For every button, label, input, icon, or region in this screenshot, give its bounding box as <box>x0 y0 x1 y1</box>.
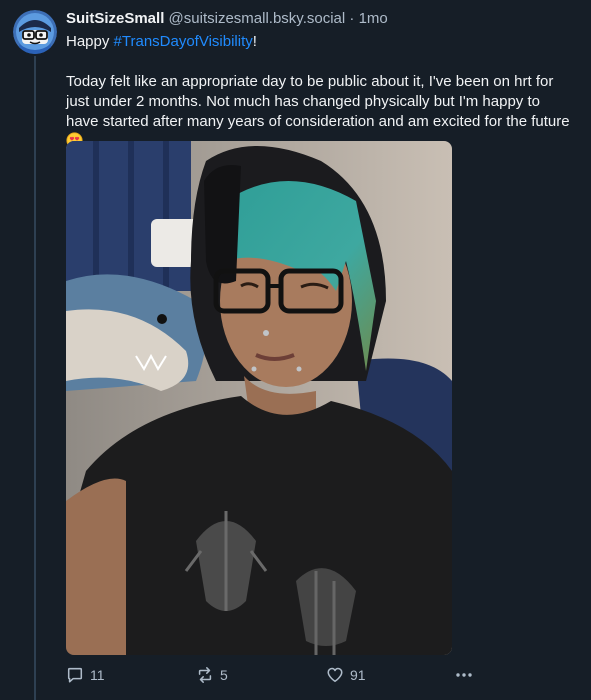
selfie-photo <box>66 141 452 655</box>
avatar-cartoon-icon <box>13 10 57 54</box>
hashtag-link[interactable]: #TransDayofVisibility <box>114 33 253 50</box>
post-line-1-prefix: Happy <box>66 33 114 50</box>
reply-count: 11 <box>90 667 105 683</box>
post-line-1-suffix: ! <box>252 33 257 50</box>
heart-icon <box>327 667 343 683</box>
repost-icon <box>198 667 212 683</box>
repost-count: 5 <box>220 667 228 683</box>
repost-button[interactable]: 5 <box>196 663 228 687</box>
reply-button[interactable]: 11 <box>66 663 105 687</box>
post-line-1: Happy #TransDayofVisibility! <box>66 32 576 52</box>
author-avatar[interactable] <box>13 10 57 54</box>
like-button[interactable]: 91 <box>326 663 366 687</box>
more-icon <box>456 673 472 677</box>
thread-line <box>34 56 36 700</box>
post-body-text: Today felt like an appropriate day to be… <box>66 73 570 130</box>
reply-icon <box>67 667 83 683</box>
author-handle[interactable]: @suitsizesmall.bsky.social <box>169 10 346 27</box>
post-timestamp[interactable]: 1mo <box>359 10 388 27</box>
post-actions: 11 5 91 <box>66 663 486 687</box>
post-text: Happy #TransDayofVisibility! Today felt … <box>66 32 576 155</box>
header-separator: · <box>349 10 355 27</box>
post-image[interactable] <box>66 141 452 655</box>
like-count: 91 <box>350 667 366 683</box>
more-options-button[interactable] <box>454 663 474 687</box>
author-display-name[interactable]: SuitSizeSmall <box>66 10 164 27</box>
post-header: SuitSizeSmall @suitsizesmall.bsky.social… <box>66 9 388 29</box>
